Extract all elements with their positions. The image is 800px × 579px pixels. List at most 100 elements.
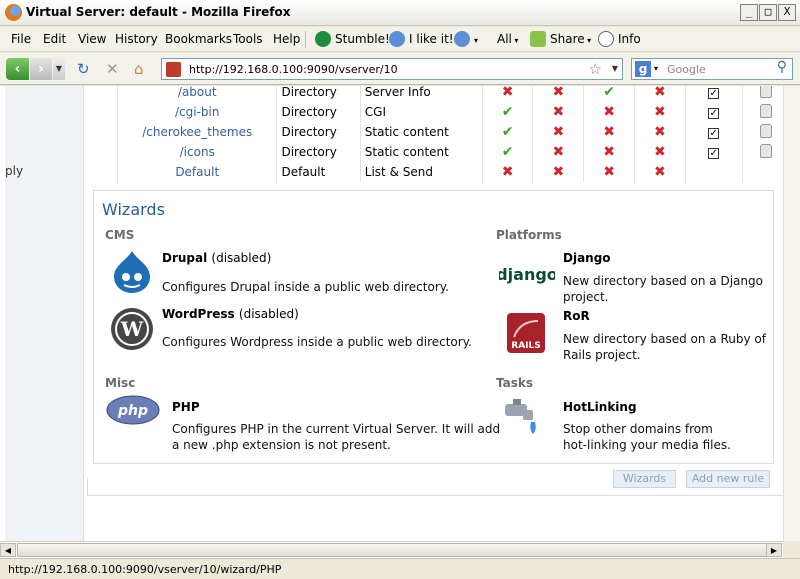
table-row: /cgi-bin Directory CGI ✔ ✖ ✖ ✖ ✓ <box>116 102 783 122</box>
drupal-icon[interactable] <box>110 249 154 293</box>
cross-icon[interactable]: ✖ <box>583 162 635 182</box>
maximize-button[interactable]: □ <box>759 4 777 21</box>
lock-icon[interactable] <box>741 102 783 122</box>
rule-enabled-checkbox[interactable]: ✓ <box>684 142 743 162</box>
cross-icon[interactable]: ✖ <box>583 142 635 162</box>
back-button[interactable]: ‹ <box>6 58 29 80</box>
faucet-icon[interactable] <box>499 396 543 440</box>
vertical-scrollbar[interactable] <box>783 86 800 541</box>
check-icon[interactable]: ✔ <box>481 142 533 162</box>
scrollbar-thumb[interactable] <box>17 543 771 557</box>
rule-name-link[interactable]: /cgi-bin <box>116 102 277 122</box>
menu-history[interactable]: History <box>115 32 158 46</box>
rule-type: Directory <box>276 86 361 102</box>
chevron-down-icon[interactable]: ▼ <box>612 64 618 73</box>
hotlinking-name[interactable]: HotLinking <box>563 400 637 414</box>
django-icon[interactable]: django <box>499 253 555 297</box>
rails-icon[interactable]: RAILS <box>504 311 548 355</box>
wordpress-icon[interactable]: W <box>110 307 154 351</box>
cross-icon[interactable]: ✖ <box>634 122 686 142</box>
rule-enabled-checkbox[interactable] <box>684 162 743 182</box>
rule-name-link[interactable]: /cherokee_themes <box>116 122 277 142</box>
category-cms: CMS <box>105 228 135 242</box>
cross-icon[interactable]: ✖ <box>532 86 584 102</box>
minimize-button[interactable]: _ <box>740 4 758 21</box>
like-button[interactable]: I like it! <box>389 30 454 49</box>
ror-name[interactable]: RoR <box>563 309 590 323</box>
drupal-state: (disabled) <box>211 251 272 265</box>
cross-icon[interactable]: ✖ <box>634 102 686 122</box>
rule-name-link[interactable]: /icons <box>116 142 277 162</box>
scroll-left-icon[interactable]: ◀ <box>0 543 16 557</box>
php-icon[interactable]: php <box>106 395 160 425</box>
dislike-button[interactable]: ▾ <box>454 30 478 49</box>
cross-icon[interactable]: ✖ <box>532 102 584 122</box>
menu-bar: File Edit View History Bookmarks Tools H… <box>0 27 800 52</box>
close-button[interactable]: X <box>778 4 796 21</box>
history-dropdown[interactable]: ▼ <box>53 58 65 80</box>
cross-icon[interactable]: ✖ <box>634 142 686 162</box>
rule-enabled-checkbox[interactable]: ✓ <box>684 102 743 122</box>
sidebar-partial-text[interactable]: ply <box>5 164 23 178</box>
google-icon[interactable]: g <box>635 61 651 77</box>
rule-enabled-checkbox[interactable]: ✓ <box>684 86 743 102</box>
php-name[interactable]: PHP <box>172 400 200 414</box>
cross-icon[interactable]: ✖ <box>634 86 686 102</box>
cross-icon[interactable]: ✖ <box>481 86 533 102</box>
share-icon <box>530 31 546 47</box>
rule-type: Directory <box>276 122 361 142</box>
menu-tools[interactable]: Tools <box>233 32 263 46</box>
menu-view[interactable]: View <box>78 32 106 46</box>
lock-icon[interactable] <box>741 86 783 102</box>
rails-logo-text: RAILS <box>511 341 540 351</box>
cross-icon[interactable]: ✖ <box>583 102 635 122</box>
horizontal-scrollbar[interactable]: ◀ ▶ <box>0 541 783 558</box>
site-favicon-icon <box>166 62 181 77</box>
chevron-down-icon[interactable]: ▾ <box>654 64 658 73</box>
rule-name-link[interactable]: /about <box>116 86 277 102</box>
php-desc-1: Configures PHP in the current Virtual Se… <box>172 422 501 436</box>
menu-bookmarks[interactable]: Bookmarks <box>165 32 232 46</box>
table-row: Default Default List & Send ✖ ✖ ✖ ✖ <box>116 162 783 182</box>
cross-icon[interactable]: ✖ <box>583 122 635 142</box>
reload-icon[interactable]: ↻ <box>77 61 90 78</box>
scroll-right-icon[interactable]: ▶ <box>766 543 782 557</box>
wordpress-state: (disabled) <box>238 307 299 321</box>
search-bar[interactable]: g ▾ Google ⚲ <box>631 58 793 80</box>
menu-edit[interactable]: Edit <box>43 32 66 46</box>
wizards-button[interactable]: Wizards <box>613 470 676 488</box>
info-button[interactable]: Info <box>598 30 641 49</box>
menu-file[interactable]: File <box>11 32 31 46</box>
drupal-wizard-link[interactable]: Drupal (disabled) <box>162 251 271 265</box>
check-icon[interactable]: ✔ <box>481 122 533 142</box>
rule-name-link[interactable]: Default <box>116 162 277 182</box>
share-button[interactable]: Share ▾ <box>530 30 591 49</box>
lock-icon[interactable] <box>741 142 783 162</box>
lock-icon[interactable] <box>741 162 783 182</box>
bookmark-star-icon[interactable]: ☆ <box>589 60 602 78</box>
search-icon[interactable]: ⚲ <box>777 59 787 75</box>
panel-bottom-edge <box>87 478 783 496</box>
forward-button[interactable]: › <box>30 58 52 80</box>
lock-icon[interactable] <box>741 122 783 142</box>
add-new-rule-button[interactable]: Add new rule <box>686 470 770 488</box>
wordpress-wizard-link[interactable]: WordPress (disabled) <box>162 307 299 321</box>
url-bar[interactable]: http://192.168.0.100:9090/vserver/10 ☆ ▼ <box>161 58 623 80</box>
cross-icon[interactable]: ✖ <box>532 142 584 162</box>
cross-icon[interactable]: ✖ <box>481 162 533 182</box>
cross-icon[interactable]: ✖ <box>634 162 686 182</box>
thumbs-up-icon <box>389 31 405 47</box>
stop-icon[interactable]: ✕ <box>106 61 119 78</box>
menu-help[interactable]: Help <box>273 32 300 46</box>
cross-icon[interactable]: ✖ <box>532 162 584 182</box>
rule-enabled-checkbox[interactable]: ✓ <box>684 122 743 142</box>
django-name[interactable]: Django <box>563 251 611 265</box>
navigation-bar: ‹ › ▼ ↻ ✕ ⌂ http://192.168.0.100:9090/vs… <box>0 53 800 85</box>
check-icon[interactable]: ✔ <box>583 86 635 102</box>
check-icon[interactable]: ✔ <box>481 102 533 122</box>
all-button[interactable]: All ▾ <box>497 30 518 49</box>
stumble-button[interactable]: Stumble! <box>315 30 390 49</box>
left-sidebar: ply <box>5 86 84 541</box>
home-icon[interactable]: ⌂ <box>134 61 144 78</box>
cross-icon[interactable]: ✖ <box>532 122 584 142</box>
